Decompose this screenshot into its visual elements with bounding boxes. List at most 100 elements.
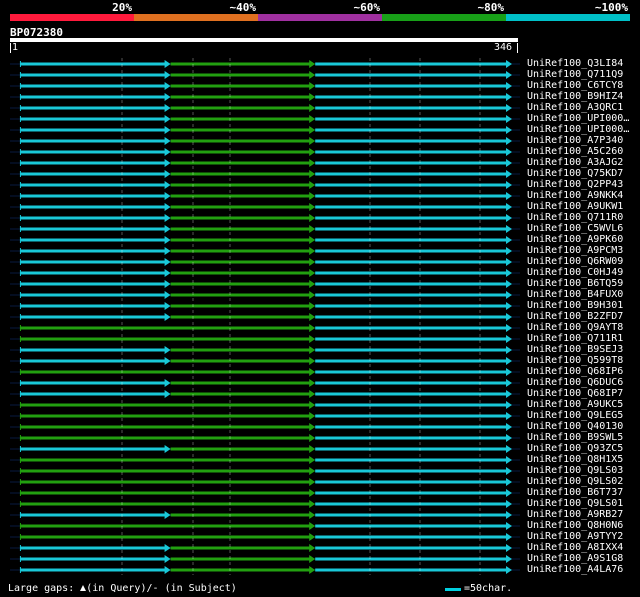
hit-row[interactable] [10,357,520,365]
hit-row[interactable] [10,214,520,222]
hit-name[interactable]: UniRef100_A9UKC5 [527,399,623,410]
hit-name[interactable]: UniRef100_Q68IP6 [527,366,623,377]
hit-name[interactable]: UniRef100_Q9AYT8 [527,322,623,333]
hit-name[interactable]: UniRef100_B9HIZ4 [527,91,623,102]
hit-row[interactable] [10,302,520,310]
hit-name[interactable]: UniRef100_C6TCY8 [527,80,623,91]
hit-row[interactable] [10,236,520,244]
hit-name[interactable]: UniRef100_A8IXX4 [527,542,623,553]
hit-name[interactable]: UniRef100_Q40130 [527,421,623,432]
hit-row[interactable] [10,181,520,189]
hit-name[interactable]: UniRef100_Q8H1X5 [527,454,623,465]
hit-name[interactable]: UniRef100_Q599T8 [527,355,623,366]
hsp-arrow [309,434,316,442]
hit-row[interactable] [10,291,520,299]
hit-name[interactable]: UniRef100_A9NKK4 [527,190,623,201]
hit-name[interactable]: UniRef100_Q8H0N6 [527,520,623,531]
hit-row[interactable] [10,533,520,541]
hit-name[interactable]: UniRef100_Q9LS02 [527,476,623,487]
hit-name[interactable]: UniRef100_Q2PP43 [527,179,623,190]
hit-name[interactable]: UniRef100_UPI000… [527,124,629,135]
hit-name[interactable]: UniRef100_A9PK60 [527,234,623,245]
hit-row[interactable] [10,500,520,508]
hit-name[interactable]: UniRef100_A7P340 [527,135,623,146]
hit-name[interactable]: UniRef100_A9PCM3 [527,245,623,256]
hit-name[interactable]: UniRef100_Q711R1 [527,333,623,344]
hit-name[interactable]: UniRef100_A3QRC1 [527,102,623,113]
hit-name[interactable]: UniRef100_A9UKW1 [527,201,623,212]
hit-name[interactable]: UniRef100_A5C260 [527,146,623,157]
hit-row[interactable] [10,313,520,321]
hit-row[interactable] [10,511,520,519]
hit-name[interactable]: UniRef100_B6TQ59 [527,278,623,289]
hit-name[interactable]: UniRef100_C5WVL6 [527,223,623,234]
hit-row[interactable] [10,247,520,255]
hit-row[interactable] [10,126,520,134]
hit-row[interactable] [10,368,520,376]
hit-row[interactable] [10,148,520,156]
hit-row[interactable] [10,456,520,464]
hit-name[interactable]: UniRef100_Q9LS01 [527,498,623,509]
hit-name[interactable]: UniRef100_UPI000… [527,113,629,124]
hit-row[interactable] [10,82,520,90]
hit-row[interactable] [10,258,520,266]
hit-name[interactable]: UniRef100_Q9LEG5 [527,410,623,421]
hit-name[interactable]: UniRef100_A4LA76 [527,564,623,575]
hit-row[interactable] [10,280,520,288]
hit-row[interactable] [10,71,520,79]
hit-name[interactable]: UniRef100_B9SWL5 [527,432,623,443]
hit-row[interactable] [10,60,520,68]
hit-name[interactable]: UniRef100_B9SEJ3 [527,344,623,355]
hit-row[interactable] [10,412,520,420]
hit-row[interactable] [10,203,520,211]
hit-row[interactable] [10,192,520,200]
hit-name[interactable]: UniRef100_A9RB27 [527,509,623,520]
hit-name[interactable]: UniRef100_Q3LI84 [527,58,623,69]
hsp-arrow [506,533,512,541]
hit-row[interactable] [10,555,520,563]
hit-row[interactable] [10,346,520,354]
hit-name[interactable]: UniRef100_B4FUX0 [527,289,623,300]
hit-row[interactable] [10,379,520,387]
hit-row[interactable] [10,489,520,497]
hit-row[interactable] [10,269,520,277]
hit-row[interactable] [10,335,520,343]
hit-name[interactable]: UniRef100_B9H301 [527,300,623,311]
hit-row[interactable] [10,324,520,332]
hit-row[interactable] [10,390,520,398]
hit-name[interactable]: UniRef100_Q6DUC6 [527,377,623,388]
hit-name[interactable]: UniRef100_B6T737 [527,487,623,498]
hit-row[interactable] [10,522,520,530]
hit-row[interactable] [10,423,520,431]
hit-row[interactable] [10,434,520,442]
hit-row[interactable] [10,225,520,233]
hsp-arrow [309,566,316,574]
hit-name[interactable]: UniRef100_A9TYY2 [527,531,623,542]
hsp-arrow [309,148,316,156]
hit-name[interactable]: UniRef100_A3AJG2 [527,157,623,168]
hit-row[interactable] [10,478,520,486]
hit-name[interactable]: UniRef100_Q6RW09 [527,256,623,267]
hit-row[interactable] [10,104,520,112]
hit-name[interactable]: UniRef100_Q711Q9 [527,69,623,80]
hit-row[interactable] [10,137,520,145]
hit-name[interactable]: UniRef100_Q711R0 [527,212,623,223]
hit-row[interactable] [10,401,520,409]
hit-row[interactable] [10,445,520,453]
hit-name[interactable]: UniRef100_Q9LS03 [527,465,623,476]
hit-name[interactable]: UniRef100_Q93ZC5 [527,443,623,454]
hit-row[interactable] [10,544,520,552]
hit-row[interactable] [10,115,520,123]
hit-name[interactable]: UniRef100_B2ZFD7 [527,311,623,322]
hit-row[interactable] [10,159,520,167]
hit-row[interactable] [10,170,520,178]
hsp-arrow [506,566,512,574]
hit-name[interactable]: UniRef100_Q75KD7 [527,168,623,179]
hit-row[interactable] [10,566,520,574]
hsp-arrow [309,258,316,266]
hit-name[interactable]: UniRef100_Q68IP7 [527,388,623,399]
hit-row[interactable] [10,93,520,101]
hit-row[interactable] [10,467,520,475]
hit-name[interactable]: UniRef100_A9S1G8 [527,553,623,564]
hit-name[interactable]: UniRef100_C0HJ49 [527,267,623,278]
